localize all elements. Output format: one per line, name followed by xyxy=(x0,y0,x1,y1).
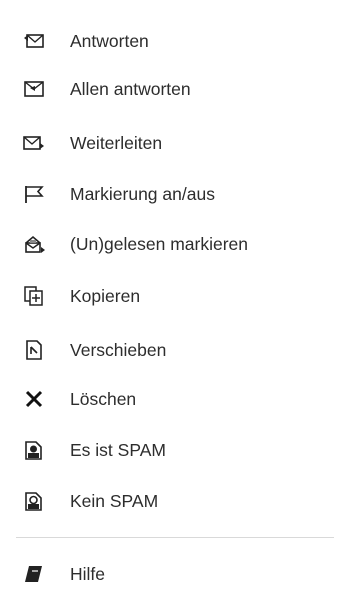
menu-item-copy[interactable]: Kopieren xyxy=(0,272,339,320)
menu-item-mark-spam[interactable]: Es ist SPAM xyxy=(0,426,339,474)
not-spam-icon xyxy=(23,490,45,512)
menu-item-label: Kopieren xyxy=(70,285,141,306)
help-book-icon xyxy=(23,563,45,585)
menu-item-label: Hilfe xyxy=(70,563,106,584)
reply-icon xyxy=(23,30,45,52)
move-icon xyxy=(23,339,45,361)
menu-item-move[interactable]: Verschieben xyxy=(0,326,339,374)
flag-icon xyxy=(23,183,45,205)
mark-read-icon xyxy=(23,233,45,255)
menu-item-delete[interactable]: Löschen xyxy=(0,375,339,423)
menu-item-label: Kein SPAM xyxy=(70,490,159,511)
menu-item-label: Es ist SPAM xyxy=(70,439,166,460)
copy-icon xyxy=(23,285,45,307)
menu-item-label: Antworten xyxy=(70,30,149,51)
reply-all-icon xyxy=(23,78,45,100)
menu-item-label: Allen antworten xyxy=(70,78,191,99)
menu-item-label: (Un)gelesen markieren xyxy=(70,233,248,254)
menu-item-flag[interactable]: Markierung an/aus xyxy=(0,170,339,218)
menu-item-not-spam[interactable]: Kein SPAM xyxy=(0,477,339,525)
menu-item-forward[interactable]: Weiterleiten xyxy=(0,119,339,167)
menu-item-label: Löschen xyxy=(70,388,137,409)
spam-icon xyxy=(23,439,45,461)
menu-item-label: Markierung an/aus xyxy=(70,183,215,204)
context-menu: Antworten Allen antworten Weiterleiten M… xyxy=(0,0,339,591)
menu-item-label: Weiterleiten xyxy=(70,132,163,153)
menu-item-toggle-read[interactable]: (Un)gelesen markieren xyxy=(0,220,339,268)
menu-item-reply-all[interactable]: Allen antworten xyxy=(0,65,339,113)
forward-icon xyxy=(23,132,45,154)
menu-separator xyxy=(16,537,334,538)
menu-item-reply[interactable]: Antworten xyxy=(0,17,339,65)
delete-icon xyxy=(23,388,45,410)
menu-item-label: Verschieben xyxy=(70,339,167,360)
